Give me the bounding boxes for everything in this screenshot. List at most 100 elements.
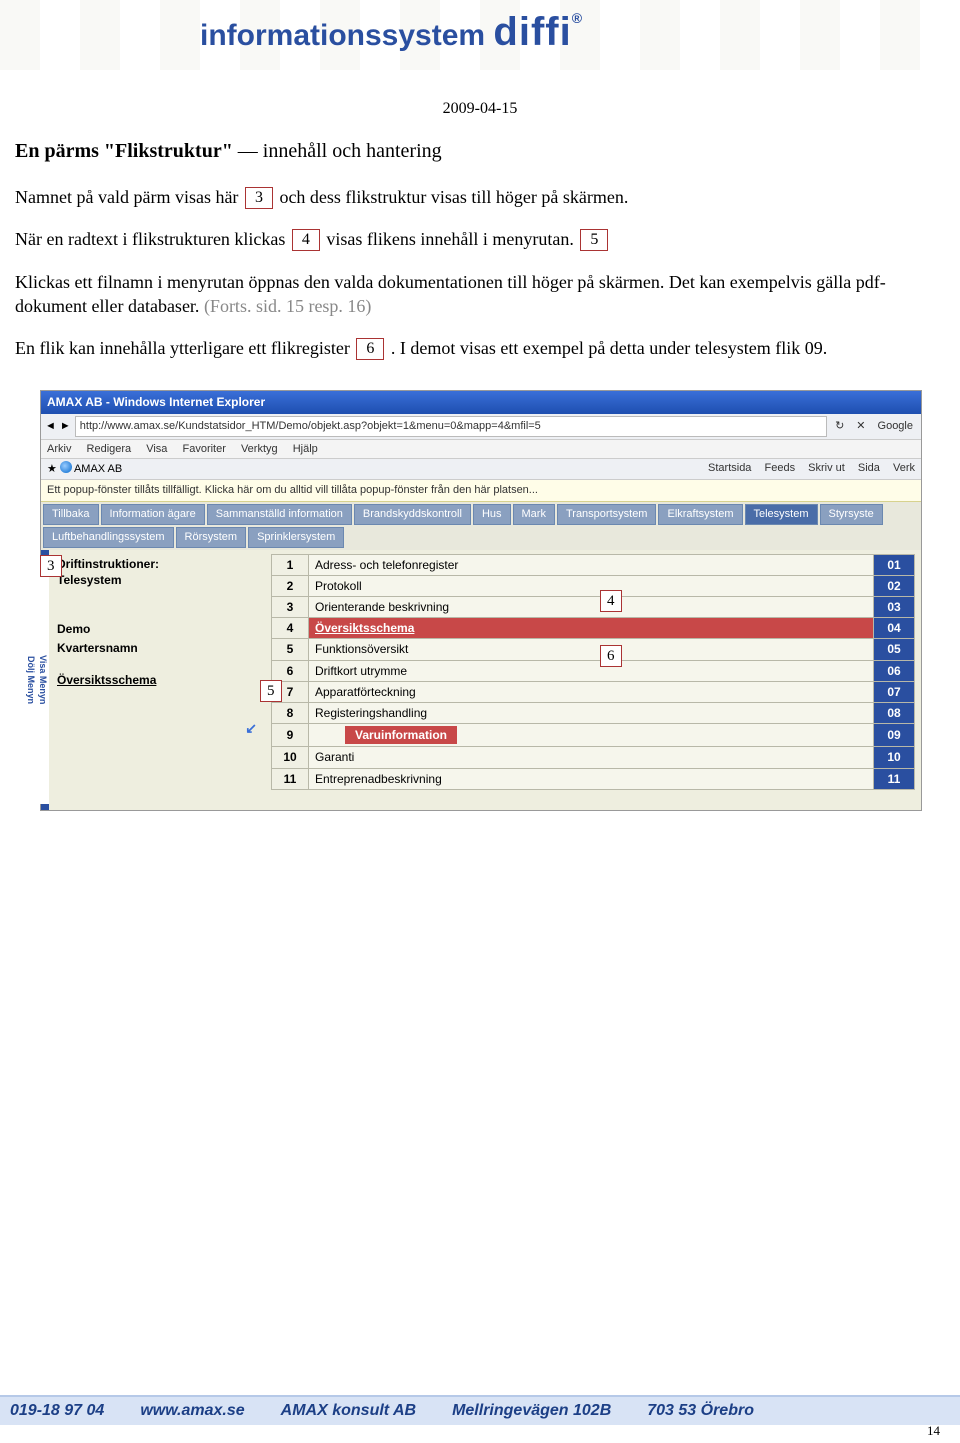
tab-elkraft[interactable]: Elkraftsystem: [658, 504, 742, 525]
tab-brandskydd[interactable]: Brandskyddskontroll: [354, 504, 471, 525]
row-number: 2: [272, 575, 309, 596]
table-row[interactable]: 8Registeringshandling08: [272, 703, 915, 724]
tool-sida[interactable]: Sida: [858, 462, 880, 474]
callout-box-5: 5: [580, 229, 608, 251]
row-name[interactable]: Funktionsöversikt: [309, 639, 874, 660]
stop-icon[interactable]: ✕: [852, 419, 869, 434]
table-row[interactable]: 9Varuinformation09: [272, 724, 915, 747]
page-footer: 019-18 97 04 www.amax.se AMAX konsult AB…: [0, 1395, 960, 1425]
tab-mark[interactable]: Mark: [513, 504, 555, 525]
menu-hjalp[interactable]: Hjälp: [293, 443, 318, 455]
row-name[interactable]: Apparatförteckning: [309, 681, 874, 702]
left-header: Driftinstruktioner:: [57, 556, 257, 572]
menu-arkiv[interactable]: Arkiv: [47, 443, 71, 455]
side-toggle[interactable]: Visa Menyn Dölj Menyn: [41, 550, 49, 810]
callout-box-3: 3: [245, 187, 273, 209]
menu-list: 1Adress- och telefonregister012Protokoll…: [265, 550, 921, 810]
row-right-number: 06: [874, 660, 915, 681]
nav-back-icon[interactable]: ◄: [45, 419, 56, 434]
tab-tillbaka[interactable]: Tillbaka: [43, 504, 99, 525]
globe-icon: [60, 461, 72, 473]
screenshot-ie: AMAX AB - Windows Internet Explorer ◄ ► …: [40, 390, 922, 810]
browser-menubar[interactable]: Arkiv Redigera Visa Favoriter Verktyg Hj…: [41, 440, 921, 460]
side-dolj[interactable]: Dölj Menyn: [25, 556, 37, 804]
para-3: Klickas ett filnamn i menyrutan öppnas d…: [15, 270, 945, 319]
search-box[interactable]: Google: [874, 419, 917, 434]
window-titlebar: AMAX AB - Windows Internet Explorer: [41, 391, 921, 413]
brand: informationssystem diffi®: [200, 10, 582, 55]
table-row[interactable]: 1Adress- och telefonregister01: [272, 554, 915, 575]
tab-rorsystem[interactable]: Rörsystem: [176, 527, 247, 548]
row-name[interactable]: Orienterande beskrivning: [309, 597, 874, 618]
tab-info-agare[interactable]: Information ägare: [101, 504, 205, 525]
refresh-icon[interactable]: ↻: [831, 419, 848, 434]
row-name[interactable]: Adress- och telefonregister: [309, 554, 874, 575]
doc-date: 2009-04-15: [0, 100, 960, 118]
tab-sammanstalld[interactable]: Sammanställd information: [207, 504, 352, 525]
table-row[interactable]: 3Orienterande beskrivning03: [272, 597, 915, 618]
row-name[interactable]: Översiktsschema: [309, 618, 874, 639]
row-right-number: 02: [874, 575, 915, 596]
row-number: 3: [272, 597, 309, 618]
left-panel: Driftinstruktioner: Telesystem Demo Kvar…: [49, 550, 265, 810]
row-name[interactable]: Driftkort utrymme: [309, 660, 874, 681]
callout-box-4: 4: [292, 229, 320, 251]
row-number: 1: [272, 554, 309, 575]
table-row[interactable]: 11Entreprenadbeskrivning11: [272, 768, 915, 789]
table-row[interactable]: 6Driftkort utrymme06: [272, 660, 915, 681]
tab-telesystem[interactable]: Telesystem: [745, 504, 818, 525]
table-row[interactable]: 5Funktionsöversikt05: [272, 639, 915, 660]
row-number: 9: [272, 724, 309, 747]
footer-city: 703 53 Örebro: [647, 1402, 754, 1420]
left-subheader: Telesystem: [57, 572, 257, 588]
row-right-number: 05: [874, 639, 915, 660]
row-name[interactable]: Garanti: [309, 747, 874, 768]
row-name[interactable]: Entreprenadbeskrivning: [309, 768, 874, 789]
tab-transport[interactable]: Transportsystem: [557, 504, 657, 525]
callout-4: 4: [600, 590, 622, 612]
menu-verktyg[interactable]: Verktyg: [241, 443, 278, 455]
row-number: 6: [272, 660, 309, 681]
app-tabs-row1: Tillbaka Information ägare Sammanställd …: [41, 502, 921, 527]
address-bar[interactable]: ◄ ► http://www.amax.se/Kundstatsidor_HTM…: [41, 414, 921, 440]
tool-verktyg[interactable]: Verk: [893, 462, 915, 474]
footer-phone: 019-18 97 04: [10, 1402, 104, 1420]
footer-company: AMAX konsult AB: [281, 1402, 416, 1420]
brand-reg: ®: [572, 10, 582, 26]
tab-hus[interactable]: Hus: [473, 504, 511, 525]
para-2: När en radtext i flikstrukturen klickas …: [15, 227, 945, 251]
table-row[interactable]: 2Protokoll02: [272, 575, 915, 596]
menu-visa[interactable]: Visa: [146, 443, 167, 455]
tool-skrivut[interactable]: Skriv ut: [808, 462, 845, 474]
row-right-number: 01: [874, 554, 915, 575]
footer-address: Mellringevägen 102B: [452, 1402, 611, 1420]
fav-icon[interactable]: ★: [47, 463, 57, 475]
menu-redigera[interactable]: Redigera: [87, 443, 132, 455]
row-right-number: 03: [874, 597, 915, 618]
side-visa[interactable]: Visa Menyn: [37, 556, 49, 804]
table-row[interactable]: 7Apparatförteckning07: [272, 681, 915, 702]
para-1: Namnet på vald pärm visas här 3 och dess…: [15, 185, 945, 209]
left-oversiktsschema[interactable]: Översiktsschema: [57, 672, 257, 688]
tool-feeds[interactable]: Feeds: [765, 462, 796, 474]
table-row[interactable]: 4Översiktsschema04: [272, 618, 915, 639]
menu-favoriter[interactable]: Favoriter: [182, 443, 225, 455]
row-number: 4: [272, 618, 309, 639]
tab-sprinkler[interactable]: Sprinklersystem: [248, 527, 344, 548]
browser-tab[interactable]: AMAX AB: [74, 463, 122, 475]
tab-styrsystem[interactable]: Styrsyste: [820, 504, 883, 525]
row-right-number: 11: [874, 768, 915, 789]
table-row[interactable]: 10Garanti10: [272, 747, 915, 768]
url-field[interactable]: http://www.amax.se/Kundstatsidor_HTM/Dem…: [75, 416, 827, 437]
row-name[interactable]: Protokoll: [309, 575, 874, 596]
row-name[interactable]: Varuinformation: [309, 724, 874, 747]
row-right-number: 09: [874, 724, 915, 747]
row-name[interactable]: Registeringshandling: [309, 703, 874, 724]
popup-infobar[interactable]: Ett popup-fönster tillåts tillfälligt. K…: [41, 480, 921, 502]
footer-web: www.amax.se: [140, 1402, 244, 1420]
nav-fwd-icon[interactable]: ►: [60, 419, 71, 434]
left-demo: Demo: [57, 621, 257, 637]
row-number: 11: [272, 768, 309, 789]
tool-startsida[interactable]: Startsida: [708, 462, 751, 474]
tab-luftbehandling[interactable]: Luftbehandlingssystem: [43, 527, 174, 548]
